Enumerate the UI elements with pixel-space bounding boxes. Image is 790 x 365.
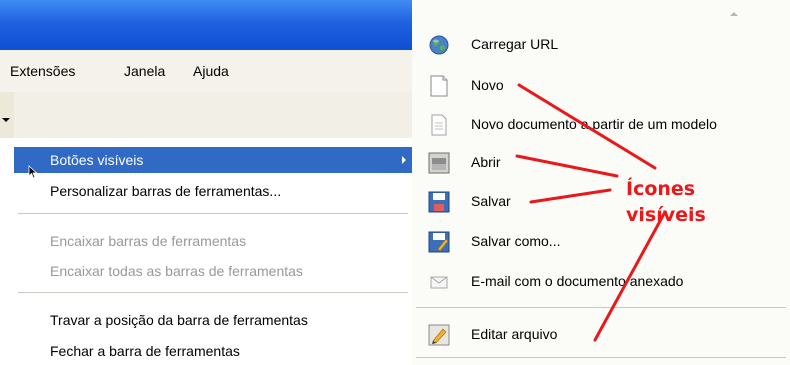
menu-janela[interactable]: Janela (124, 63, 165, 79)
floppy-disk-icon (428, 191, 450, 213)
toolbar-context-menu: Botões visíveis Personalizar barras de f… (14, 138, 413, 365)
sub-item-novo-modelo[interactable]: Novo documento a partir de um modelo (412, 108, 790, 142)
menu-separator (416, 307, 786, 308)
ctx-item-label: Personalizar barras de ferramentas... (50, 183, 282, 199)
ctx-item-encaixar-todas: Encaixar todas as barras de ferramentas (14, 258, 412, 284)
email-icon (430, 276, 448, 289)
ctx-item-label: Botões visíveis (50, 152, 144, 168)
ctx-item-fechar[interactable]: Fechar a barra de ferramentas (14, 338, 412, 364)
ctx-item-encaixar: Encaixar barras de ferramentas (14, 228, 412, 254)
submenu-arrow-icon (402, 156, 406, 164)
ctx-item-label: Fechar a barra de ferramentas (50, 343, 240, 359)
sub-item-salvar-como[interactable]: Salvar como... (412, 225, 790, 259)
sub-item-label: Salvar (471, 193, 511, 209)
mouse-cursor-icon (28, 165, 38, 179)
ctx-item-botoes-visiveis[interactable]: Botões visíveis (14, 147, 412, 173)
ctx-item-label: Encaixar barras de ferramentas (50, 233, 247, 249)
sub-item-novo[interactable]: Novo (412, 69, 790, 103)
sub-item-label: Novo (471, 77, 504, 93)
sub-item-label: E-mail com o documento anexado (471, 273, 684, 289)
scroll-up-icon[interactable] (730, 12, 738, 16)
annotation-text-icones: Ícones (626, 178, 696, 200)
ctx-item-personalizar[interactable]: Personalizar barras de ferramentas... (14, 178, 412, 204)
menu-extensoes[interactable]: Extensões (10, 63, 75, 79)
toolbar-handle[interactable] (0, 92, 14, 138)
sub-item-label: Editar arquivo (471, 326, 558, 342)
edit-file-icon (428, 324, 450, 346)
sub-item-label: Novo documento a partir de um modelo (471, 116, 717, 132)
toolbar-dropdown-icon[interactable] (2, 118, 10, 122)
new-document-icon (430, 75, 448, 97)
menu-separator (18, 292, 408, 293)
menu-separator (18, 213, 408, 214)
sub-item-label: Abrir (471, 154, 501, 170)
template-document-icon (431, 114, 447, 136)
save-as-icon (428, 231, 450, 253)
submenu-bottom-border (416, 357, 786, 358)
ctx-item-travar[interactable]: Travar a posição da barra de ferramentas (14, 307, 412, 333)
globe-icon (429, 35, 449, 55)
sub-item-salvar[interactable]: Salvar (412, 185, 790, 219)
ctx-item-label: Travar a posição da barra de ferramentas (50, 312, 308, 328)
menu-bar: Extensões Janela Ajuda (0, 50, 412, 93)
menu-ajuda[interactable]: Ajuda (193, 63, 229, 79)
sub-item-carregar-url[interactable]: Carregar URL (412, 28, 790, 62)
visible-buttons-submenu: Carregar URL Novo Novo documento a parti… (412, 0, 790, 365)
sub-item-abrir[interactable]: Abrir (412, 146, 790, 180)
annotation-text-visiveis: visíveis (626, 204, 706, 226)
open-folder-icon (428, 152, 450, 174)
sub-item-editar-arquivo[interactable]: Editar arquivo (412, 318, 790, 352)
ctx-item-label: Encaixar todas as barras de ferramentas (50, 263, 303, 279)
window-titlebar (0, 0, 412, 50)
sub-item-label: Salvar como... (471, 233, 561, 249)
sub-item-email[interactable]: E-mail com o documento anexado (412, 265, 790, 299)
sub-item-label: Carregar URL (471, 36, 559, 52)
toolbar-area (14, 92, 412, 138)
